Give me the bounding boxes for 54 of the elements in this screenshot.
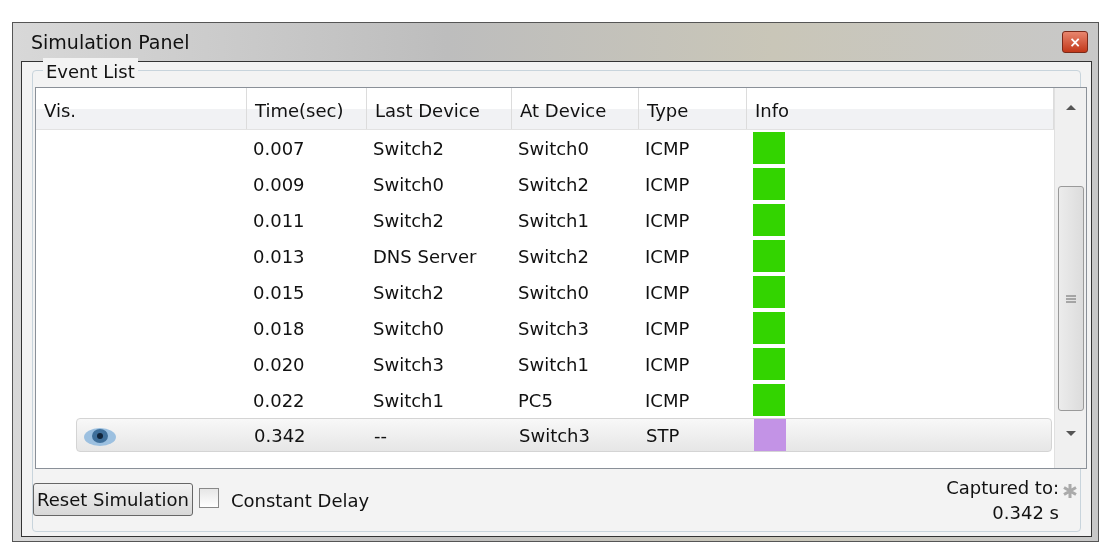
window-title: Simulation Panel xyxy=(31,29,190,55)
table-cell: ICMP xyxy=(645,173,690,195)
table-cell: DNS Server xyxy=(373,245,477,267)
table-cell: Switch2 xyxy=(373,209,444,231)
table-cell: 0.013 xyxy=(253,245,305,267)
table-cell: ICMP xyxy=(645,209,690,231)
table-cell: 0.018 xyxy=(253,317,305,339)
column-header[interactable]: Type xyxy=(647,100,689,121)
table-cell: Switch2 xyxy=(518,173,589,195)
table-cell: Switch2 xyxy=(518,245,589,267)
table-cell: Switch0 xyxy=(518,281,589,303)
table-cell: 0.342 xyxy=(254,424,306,446)
table-cell: PC5 xyxy=(518,389,553,411)
table-cell: Switch2 xyxy=(373,281,444,303)
eye-icon[interactable] xyxy=(83,425,117,448)
checkbox-label: Constant Delay xyxy=(230,489,370,513)
table-cell: Switch3 xyxy=(373,353,444,375)
column-header[interactable]: Vis. xyxy=(44,100,77,121)
scrollbar[interactable] xyxy=(1054,88,1086,468)
checkbox[interactable] xyxy=(198,488,219,508)
table-cell: ICMP xyxy=(645,389,690,411)
column-header[interactable]: Info xyxy=(755,100,790,121)
column-header[interactable]: Last Device xyxy=(375,100,480,121)
table-cell: ICMP xyxy=(645,137,690,159)
table-cell: Switch1 xyxy=(373,389,444,411)
table-cell: Switch1 xyxy=(518,353,589,375)
table-cell: Switch3 xyxy=(518,317,589,339)
captured-value: 0.342 s xyxy=(991,501,1059,525)
table-cell: 0.022 xyxy=(253,389,305,411)
table-cell: 0.020 xyxy=(253,353,305,375)
asterisk-icon xyxy=(1062,483,1078,499)
table-cell: Switch0 xyxy=(518,137,589,159)
table-cell: Switch0 xyxy=(373,173,444,195)
table-cell: ICMP xyxy=(645,245,690,267)
table-cell: 0.007 xyxy=(253,137,305,159)
table-cell: STP xyxy=(646,424,680,446)
table-cell: 0.015 xyxy=(253,281,305,303)
table-cell: ICMP xyxy=(645,317,690,339)
scroll-thumb[interactable] xyxy=(1057,186,1084,411)
reset-simulation-button[interactable]: Reset Simulation xyxy=(33,483,193,516)
table-cell: Switch1 xyxy=(518,209,589,231)
table-cell: -- xyxy=(374,424,387,446)
close-button[interactable]: × xyxy=(1062,31,1088,53)
table-cell: ICMP xyxy=(645,281,690,303)
table-cell: ICMP xyxy=(645,353,690,375)
table-cell: 0.011 xyxy=(253,209,305,231)
selected-row[interactable]: 0.342 -- Switch3 STP xyxy=(76,418,1052,452)
table-cell: 0.009 xyxy=(253,173,305,195)
table-cell: Switch3 xyxy=(519,424,590,446)
column-header[interactable]: At Device xyxy=(520,100,607,121)
column-header[interactable]: Time(sec) xyxy=(255,100,344,121)
table-cell: Switch2 xyxy=(373,137,444,159)
captured-label: Captured to: xyxy=(946,476,1059,500)
table-cell: Switch0 xyxy=(373,317,444,339)
